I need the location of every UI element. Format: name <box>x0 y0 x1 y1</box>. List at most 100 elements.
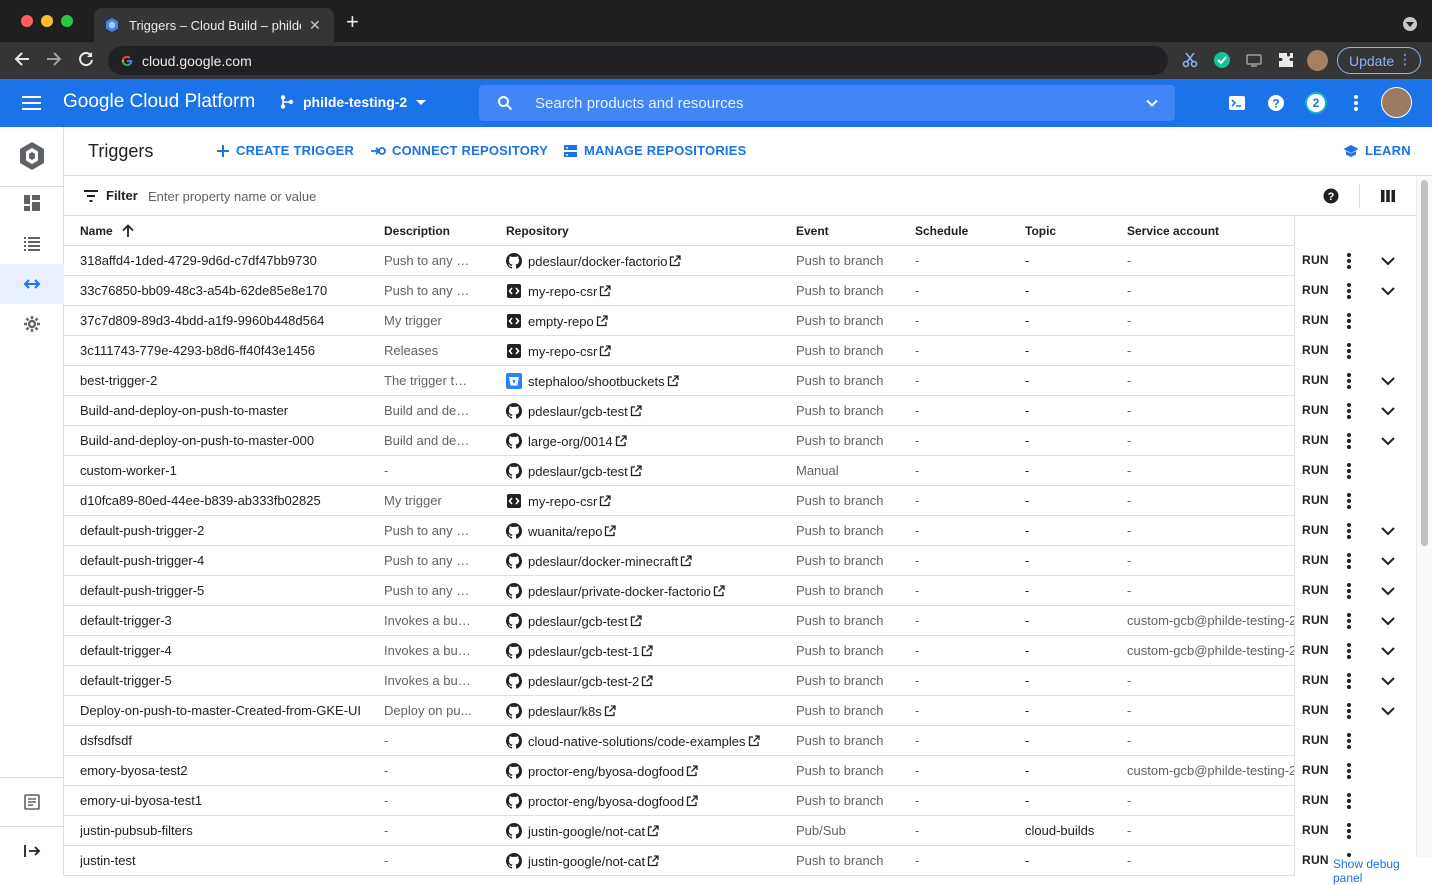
row-more-options-icon[interactable] <box>1345 462 1353 480</box>
table-row[interactable]: Build-and-deploy-on-push-to-master-000 Bu… <box>64 426 1416 456</box>
trigger-name-link[interactable]: justin-test <box>80 853 370 868</box>
external-link-icon[interactable] <box>686 765 698 777</box>
trigger-name-link[interactable]: 37c7d809-89d3-4bdd-a1f9-9960b448d564 <box>80 313 370 328</box>
account-avatar[interactable] <box>1381 87 1412 118</box>
screen-extension-icon[interactable] <box>1245 51 1263 69</box>
repository-name[interactable]: pdeslaur/docker-factorio <box>528 254 667 269</box>
trigger-name-link[interactable]: d10fca89-80ed-44ee-b839-ab333fb02825 <box>80 493 370 508</box>
run-trigger-button[interactable]: RUN <box>1302 643 1329 657</box>
repository-name[interactable]: pdeslaur/gcb-test <box>528 614 628 629</box>
chrome-menu-icon[interactable]: ⋮ <box>1398 51 1412 68</box>
trigger-name-link[interactable]: Build-and-deploy-on-push-to-master <box>80 403 370 418</box>
table-row[interactable]: 3c111743-779e-4293-b8d6-ff40f43e1456 Rele… <box>64 336 1416 366</box>
row-more-options-icon[interactable] <box>1345 612 1353 630</box>
trigger-repository[interactable]: justin-google/not-cat <box>506 823 796 839</box>
row-more-options-icon[interactable] <box>1345 522 1353 540</box>
run-trigger-button[interactable]: RUN <box>1302 733 1329 747</box>
trigger-repository[interactable]: justin-google/not-cat <box>506 853 796 869</box>
gcp-brand-title[interactable]: Google Cloud Platform <box>63 91 255 113</box>
grammar-extension-icon[interactable] <box>1213 51 1231 69</box>
expand-row-chevron-icon[interactable] <box>1380 704 1396 718</box>
column-header-name[interactable]: Name <box>80 224 135 238</box>
column-header-event[interactable]: Event <box>796 224 829 238</box>
notifications-badge[interactable]: 2 <box>1305 92 1327 114</box>
repository-name[interactable]: pdeslaur/gcb-test <box>528 404 628 419</box>
repository-name[interactable]: my-repo-csr <box>528 494 597 509</box>
trigger-name-link[interactable]: 318affd4-1ded-4729-9d6d-c7df47bb9730 <box>80 253 370 268</box>
run-trigger-button[interactable]: RUN <box>1302 403 1329 417</box>
external-link-icon[interactable] <box>686 795 698 807</box>
trigger-repository[interactable]: pdeslaur/gcb-test-2 <box>506 673 796 689</box>
run-trigger-button[interactable]: RUN <box>1302 853 1329 867</box>
run-trigger-button[interactable]: RUN <box>1302 823 1329 837</box>
chrome-profile-avatar[interactable] <box>1307 50 1328 71</box>
column-header-topic[interactable]: Topic <box>1025 224 1056 238</box>
manage-repositories-button[interactable]: MANAGE REPOSITORIES <box>563 143 746 158</box>
repository-name[interactable]: proctor-eng/byosa-dogfood <box>528 794 684 809</box>
project-selector[interactable]: philde-testing-2 <box>279 94 427 110</box>
run-trigger-button[interactable]: RUN <box>1302 493 1329 507</box>
tab-search-icon[interactable] <box>1403 17 1417 31</box>
search-input[interactable] <box>535 85 1115 121</box>
trigger-repository[interactable]: pdeslaur/gcb-test <box>506 403 796 419</box>
address-bar[interactable]: cloud.google.com <box>108 46 1168 75</box>
row-more-options-icon[interactable] <box>1345 402 1353 420</box>
trigger-repository[interactable]: large-org/0014 <box>506 433 796 449</box>
table-row[interactable]: custom-worker-1- pdeslaur/gcb-test Manual -… <box>64 456 1416 486</box>
update-chrome-button[interactable]: Update ⋮ <box>1337 47 1421 74</box>
table-row[interactable]: emory-byosa-test2- proctor-eng/byosa-dogf… <box>64 756 1416 786</box>
repository-name[interactable]: large-org/0014 <box>528 434 613 449</box>
repository-name[interactable]: my-repo-csr <box>528 344 597 359</box>
row-more-options-icon[interactable] <box>1345 642 1353 660</box>
run-trigger-button[interactable]: RUN <box>1302 373 1329 387</box>
trigger-repository[interactable]: pdeslaur/gcb-test <box>506 463 796 479</box>
trigger-repository[interactable]: empty-repo <box>506 313 796 329</box>
table-row[interactable]: best-trigger-2 The trigger th... stephaloo… <box>64 366 1416 396</box>
row-more-options-icon[interactable] <box>1345 492 1353 510</box>
trigger-repository[interactable]: my-repo-csr <box>506 493 796 509</box>
nav-history-icon[interactable] <box>0 224 64 264</box>
trigger-name-link[interactable]: justin-pubsub-filters <box>80 823 370 838</box>
back-icon[interactable] <box>13 50 31 72</box>
run-trigger-button[interactable]: RUN <box>1302 313 1329 327</box>
column-header-service-account[interactable]: Service account <box>1127 224 1219 238</box>
trigger-repository[interactable]: cloud-native-solutions/code-examples <box>506 733 796 749</box>
table-row[interactable]: Deploy-on-push-to-master-Created-from-GK… <box>64 696 1416 726</box>
new-tab-button[interactable]: + <box>346 11 359 33</box>
filter-input[interactable] <box>148 184 748 208</box>
trigger-name-link[interactable]: 3c111743-779e-4293-b8d6-ff40f43e1456 <box>80 343 370 358</box>
repository-name[interactable]: proctor-eng/byosa-dogfood <box>528 764 684 779</box>
row-more-options-icon[interactable] <box>1345 312 1353 330</box>
expand-row-chevron-icon[interactable] <box>1380 404 1396 418</box>
column-header-description[interactable]: Description <box>384 224 450 238</box>
navigation-menu-icon[interactable] <box>22 96 41 110</box>
trigger-repository[interactable]: my-repo-csr <box>506 343 796 359</box>
forward-icon[interactable] <box>45 50 63 72</box>
row-more-options-icon[interactable] <box>1345 372 1353 390</box>
scrollbar-thumb[interactable] <box>1421 180 1428 546</box>
row-more-options-icon[interactable] <box>1345 552 1353 570</box>
cloud-build-logo-icon[interactable] <box>0 133 64 179</box>
expand-row-chevron-icon[interactable] <box>1380 554 1396 568</box>
trigger-name-link[interactable]: dsfsdfsdf <box>80 733 370 748</box>
expand-row-chevron-icon[interactable] <box>1380 644 1396 658</box>
trigger-repository[interactable]: pdeslaur/gcb-test <box>506 613 796 629</box>
row-more-options-icon[interactable] <box>1345 822 1353 840</box>
run-trigger-button[interactable]: RUN <box>1302 523 1329 537</box>
repository-name[interactable]: stephaloo/shootbuckets <box>528 374 665 389</box>
close-window-button[interactable] <box>21 15 33 27</box>
row-more-options-icon[interactable] <box>1345 732 1353 750</box>
trigger-name-link[interactable]: default-trigger-3 <box>80 613 370 628</box>
trigger-name-link[interactable]: custom-worker-1 <box>80 463 370 478</box>
run-trigger-button[interactable]: RUN <box>1302 283 1329 297</box>
table-row[interactable]: d10fca89-80ed-44ee-b839-ab333fb02825 My t… <box>64 486 1416 516</box>
external-link-icon[interactable] <box>647 825 659 837</box>
trigger-repository[interactable]: my-repo-csr <box>506 283 796 299</box>
run-trigger-button[interactable]: RUN <box>1302 433 1329 447</box>
table-row[interactable]: justin-pubsub-filters - justin-google/not-… <box>64 816 1416 846</box>
trigger-repository[interactable]: pdeslaur/private-docker-factorio <box>506 583 796 599</box>
help-icon[interactable]: ? <box>1322 187 1340 205</box>
repository-name[interactable]: empty-repo <box>528 314 594 329</box>
trigger-name-link[interactable]: best-trigger-2 <box>80 373 370 388</box>
external-link-icon[interactable] <box>630 465 642 477</box>
